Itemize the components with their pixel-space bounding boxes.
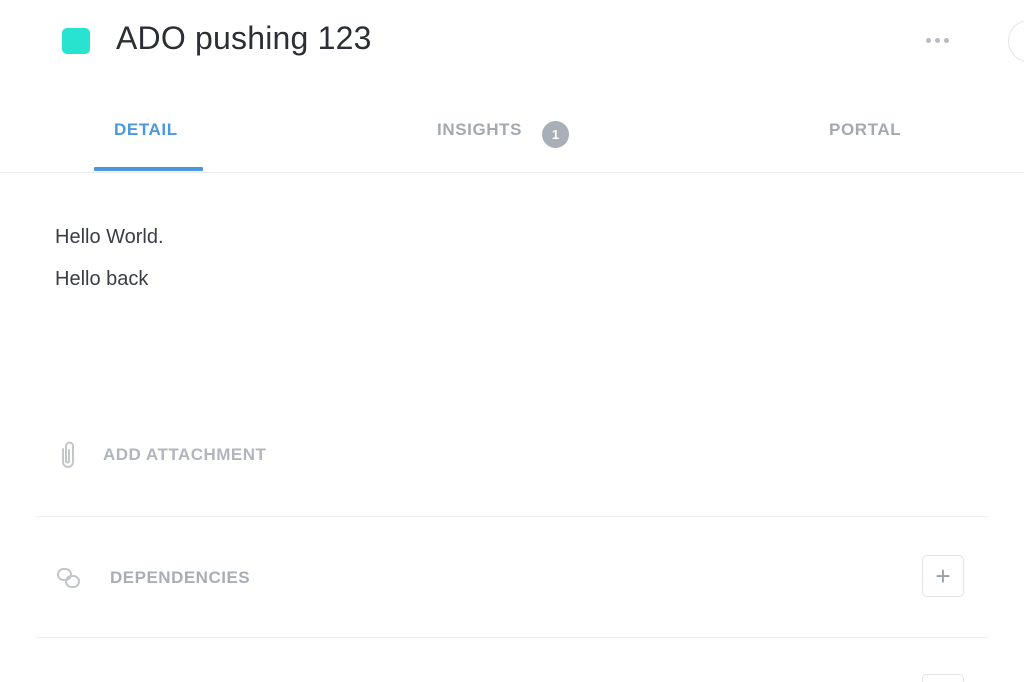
- add-dependency-button[interactable]: +: [922, 555, 964, 597]
- add-attachment-row[interactable]: ADD ATTACHMENT: [0, 430, 1024, 480]
- divider: [36, 637, 988, 638]
- insights-count-badge: 1: [542, 121, 569, 148]
- idea-detail-panel: ADO pushing 123 DETAIL INSIGHTS 1 PORTAL…: [0, 0, 1024, 682]
- add-button-partial[interactable]: [922, 674, 964, 682]
- more-horizontal-icon: [943, 37, 949, 43]
- dependencies-label: DEPENDENCIES: [110, 568, 251, 587]
- more-horizontal-icon: [934, 37, 940, 43]
- tab-insights[interactable]: INSIGHTS: [437, 120, 522, 140]
- paperclip-icon: [62, 441, 74, 468]
- more-horizontal-icon: [925, 37, 931, 43]
- close-button[interactable]: [1008, 20, 1024, 62]
- tab-detail[interactable]: DETAIL: [114, 120, 178, 140]
- description-text[interactable]: Hello World. Hello back: [55, 216, 164, 300]
- dependencies-row: DEPENDENCIES +: [0, 555, 1024, 599]
- tab-bar: DETAIL INSIGHTS 1 PORTAL: [0, 104, 1024, 173]
- active-tab-indicator: [94, 167, 203, 171]
- tab-portal[interactable]: PORTAL: [829, 120, 901, 140]
- page-title[interactable]: ADO pushing 123: [116, 20, 372, 57]
- link-icon: [57, 568, 80, 588]
- description-line: Hello back: [55, 268, 149, 290]
- color-swatch[interactable]: [62, 28, 90, 54]
- add-attachment-link[interactable]: ADD ATTACHMENT: [103, 445, 266, 465]
- description-line: Hello World.: [55, 226, 164, 248]
- panel-header: ADO pushing 123: [0, 0, 1024, 82]
- more-options-button[interactable]: [920, 30, 954, 50]
- divider: [36, 516, 988, 517]
